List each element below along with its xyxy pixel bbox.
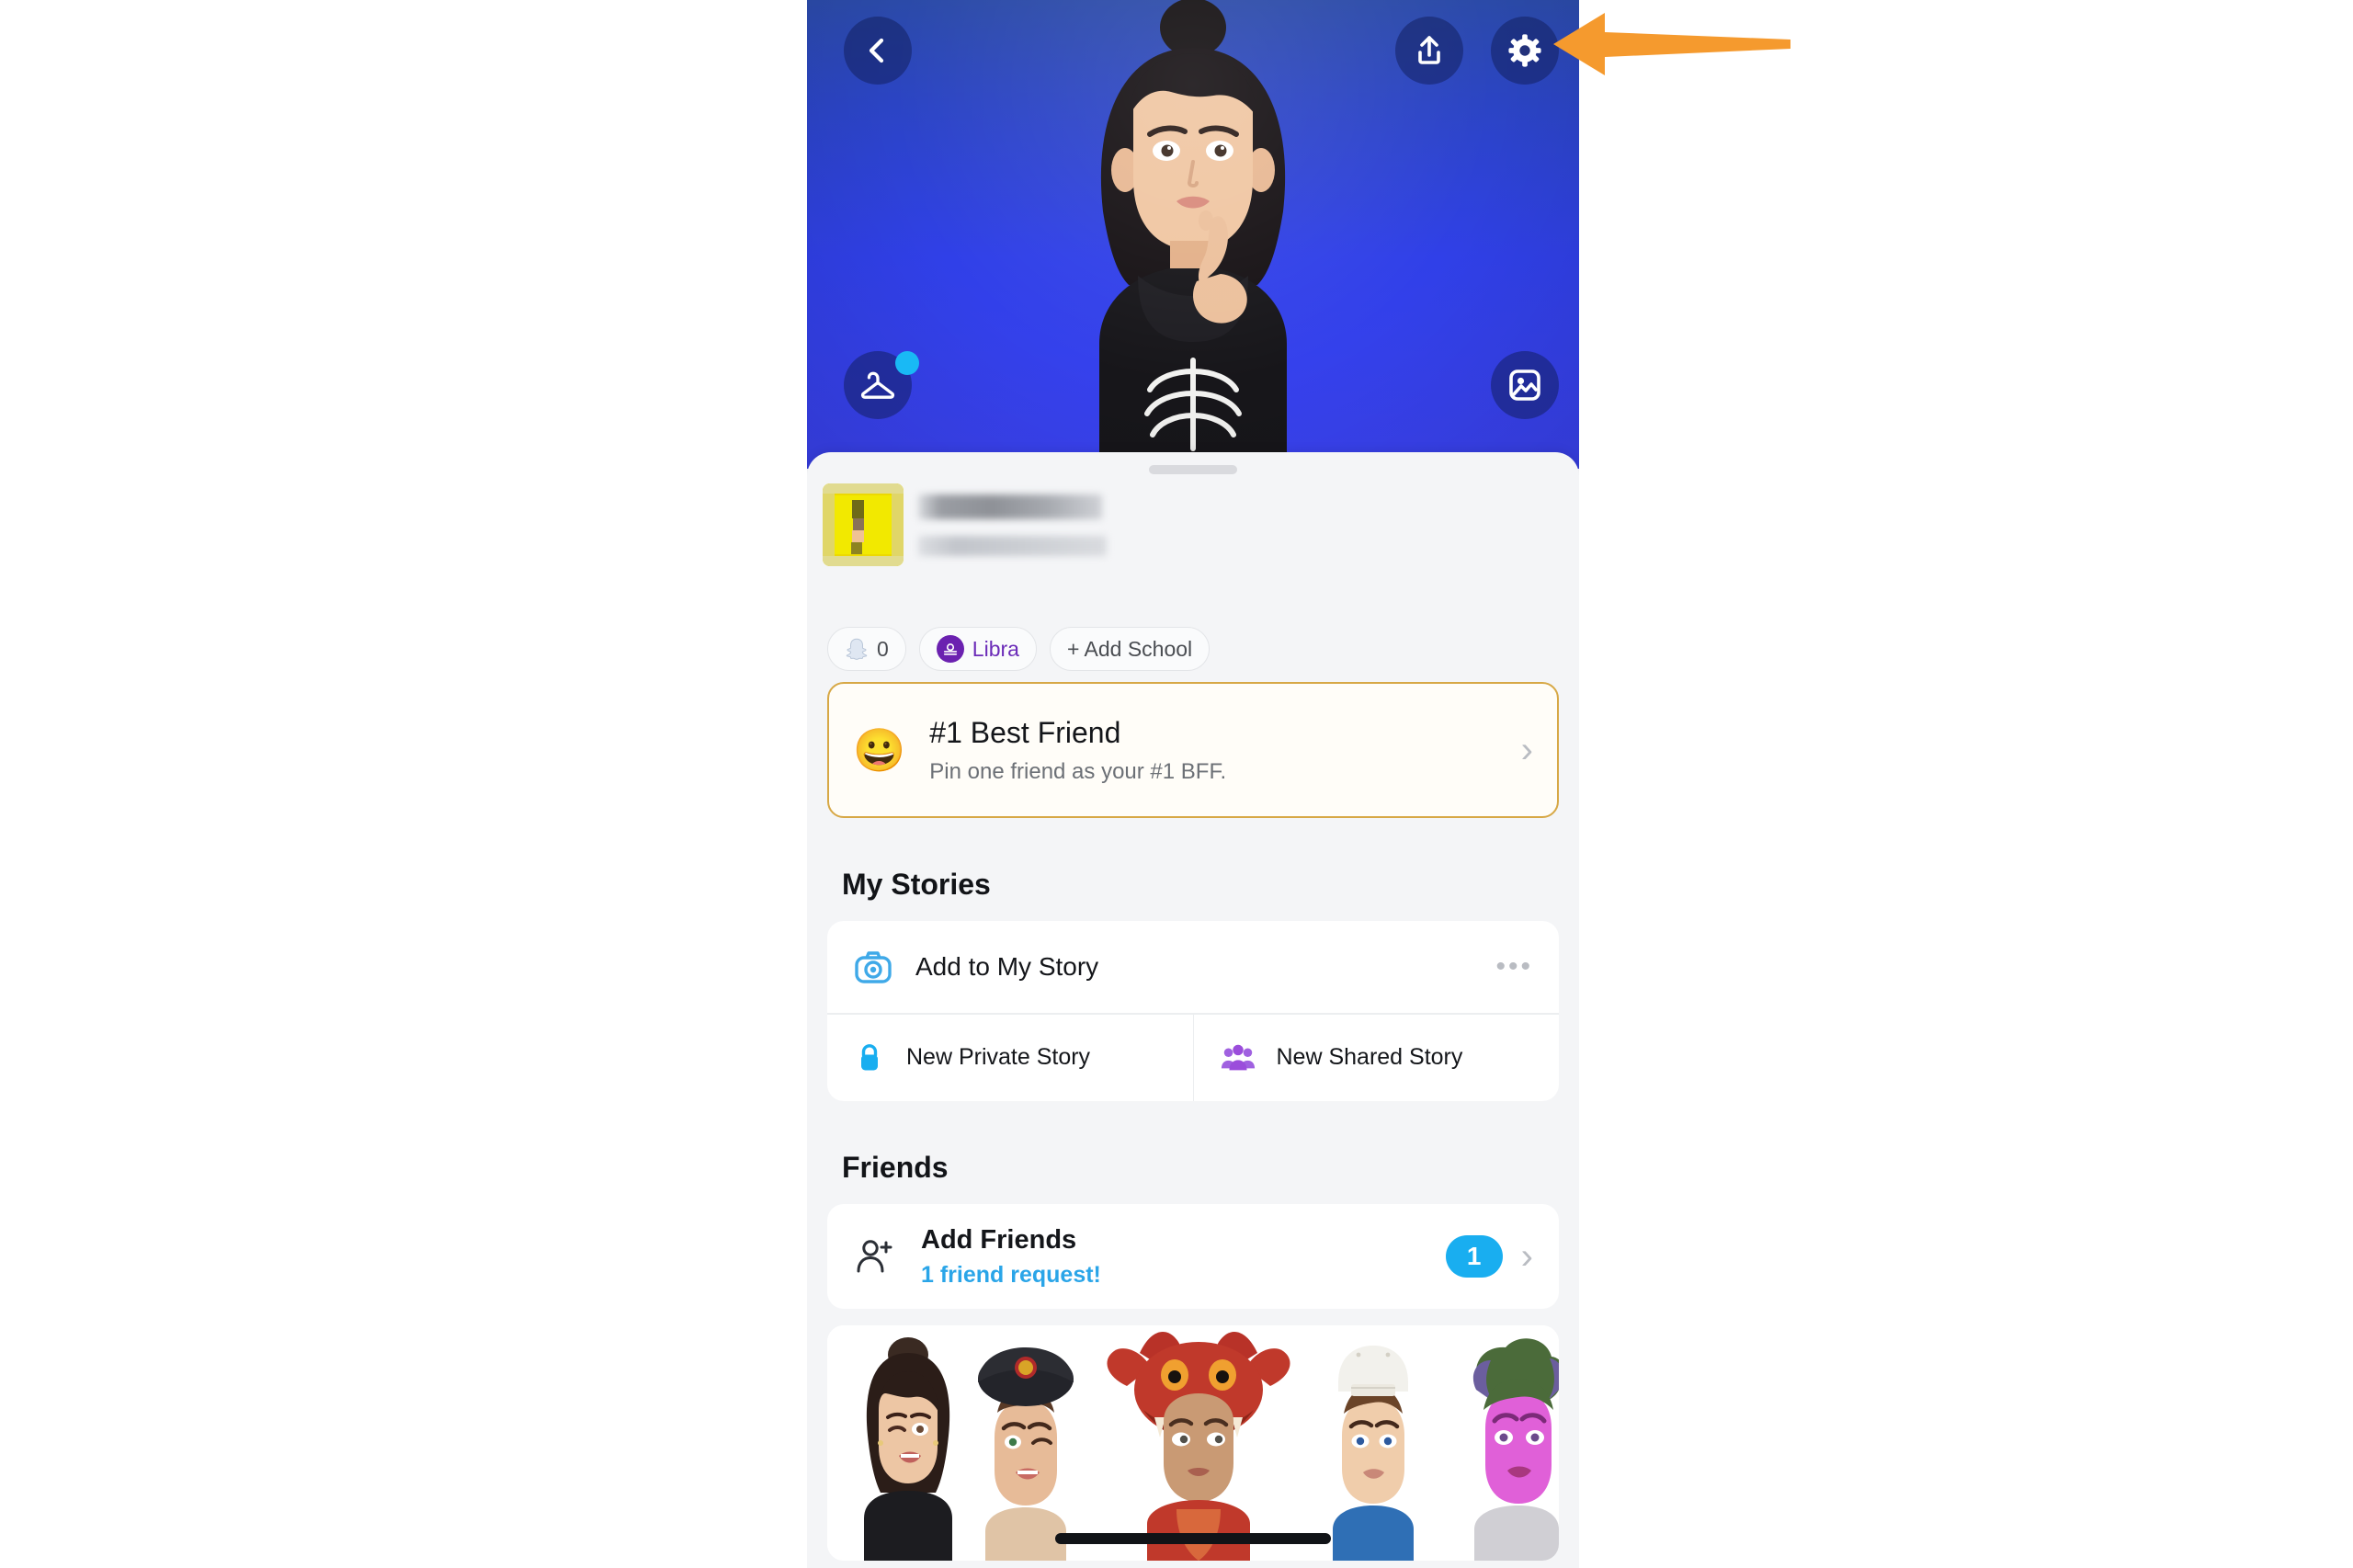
bitmoji-friends-carousel[interactable] bbox=[827, 1325, 1559, 1561]
profile-identity-row[interactable] bbox=[818, 483, 1107, 566]
back-button[interactable] bbox=[844, 17, 912, 85]
screenshot-canvas: 0 Libra + Add School 😀 #1 Best Friend Pi… bbox=[0, 0, 2353, 1568]
zodiac-label: Libra bbox=[972, 636, 1019, 661]
chevron-left-icon bbox=[869, 38, 884, 63]
person-add-icon bbox=[857, 1240, 892, 1273]
camera-icon bbox=[855, 951, 892, 983]
add-school-label: + Add School bbox=[1066, 636, 1193, 661]
snapchat-ghost-icon bbox=[846, 638, 868, 660]
story-type-row: New Private Story New Shared Story bbox=[827, 1014, 1560, 1101]
story-overflow-icon[interactable]: ••• bbox=[1495, 953, 1533, 981]
friends-heading: Friends bbox=[842, 1151, 949, 1184]
photo-frame-icon bbox=[1509, 369, 1540, 401]
chevron-right-icon: › bbox=[1520, 730, 1533, 770]
zodiac-pill[interactable]: Libra bbox=[918, 627, 1037, 671]
add-friends-text: Add Friends 1 friend request! bbox=[921, 1225, 1446, 1289]
lock-icon bbox=[861, 1043, 878, 1070]
avatar-green-hair bbox=[1472, 1338, 1559, 1561]
new-private-story-button[interactable]: New Private Story bbox=[827, 1014, 1194, 1101]
user-bitmoji-avatar bbox=[1099, 0, 1287, 469]
friend-request-count-badge[interactable]: 1 bbox=[1445, 1235, 1503, 1278]
username-redacted bbox=[918, 535, 1107, 556]
backdrop-button[interactable] bbox=[1491, 351, 1559, 419]
snapcode-thumbnail[interactable] bbox=[823, 483, 904, 566]
libra-glyph-icon bbox=[943, 643, 957, 655]
snapscore-pill[interactable]: 0 bbox=[827, 627, 906, 671]
my-stories-heading: My Stories bbox=[842, 868, 991, 901]
snapscore-value: 0 bbox=[877, 636, 889, 661]
home-indicator-bar bbox=[1055, 1533, 1331, 1544]
best-friend-text: #1 Best Friend Pin one friend as your #1… bbox=[929, 716, 1520, 785]
add-friends-title: Add Friends bbox=[921, 1224, 1077, 1255]
best-friend-card[interactable]: 😀 #1 Best Friend Pin one friend as your … bbox=[827, 682, 1559, 818]
clothing-hanger-icon bbox=[860, 371, 895, 399]
gear-icon bbox=[1508, 34, 1541, 67]
new-shared-story-button[interactable]: New Shared Story bbox=[1194, 1015, 1560, 1101]
display-name-redacted bbox=[918, 494, 1102, 519]
add-to-my-story-label: Add to My Story bbox=[915, 952, 1099, 981]
add-friends-row[interactable]: Add Friends 1 friend request! 1 › bbox=[827, 1204, 1559, 1309]
wardrobe-notification-dot bbox=[895, 351, 919, 375]
profile-badge-row: 0 Libra + Add School bbox=[827, 627, 1211, 671]
avatar-bun-winking bbox=[864, 1337, 952, 1561]
group-people-icon bbox=[1221, 1044, 1255, 1070]
profile-hero-header bbox=[807, 0, 1579, 469]
settings-gear-button[interactable] bbox=[1491, 17, 1559, 85]
profile-sheet: 0 Libra + Add School 😀 #1 Best Friend Pi… bbox=[807, 452, 1579, 1568]
libra-zodiac-icon bbox=[936, 635, 964, 663]
grinning-face-emoji: 😀 bbox=[853, 726, 906, 774]
share-profile-button[interactable] bbox=[1395, 17, 1463, 85]
avatar-white-cap bbox=[1333, 1346, 1414, 1561]
share-upload-icon bbox=[1418, 36, 1440, 64]
annotation-arrow bbox=[1553, 13, 1790, 75]
friend-request-subtitle: 1 friend request! bbox=[921, 1261, 1101, 1288]
snapcode-pixelated-icon bbox=[823, 483, 904, 566]
best-friend-subtitle: Pin one friend as your #1 BFF. bbox=[929, 758, 1227, 784]
add-to-my-story-row[interactable]: Add to My Story ••• bbox=[827, 921, 1559, 1013]
new-shared-story-label: New Shared Story bbox=[1276, 1044, 1463, 1070]
chevron-right-icon: › bbox=[1520, 1236, 1533, 1277]
phone-screen: 0 Libra + Add School 😀 #1 Best Friend Pi… bbox=[807, 0, 1579, 1568]
sheet-drag-handle[interactable] bbox=[1149, 465, 1237, 474]
best-friend-title: #1 Best Friend bbox=[929, 715, 1121, 749]
bitmoji-avatars-row bbox=[827, 1325, 1559, 1561]
profile-name-block bbox=[918, 494, 1107, 556]
add-school-pill[interactable]: + Add School bbox=[1049, 627, 1211, 671]
new-private-story-label: New Private Story bbox=[906, 1044, 1091, 1070]
my-stories-card: Add to My Story ••• New Private Story Ne… bbox=[827, 921, 1559, 1101]
